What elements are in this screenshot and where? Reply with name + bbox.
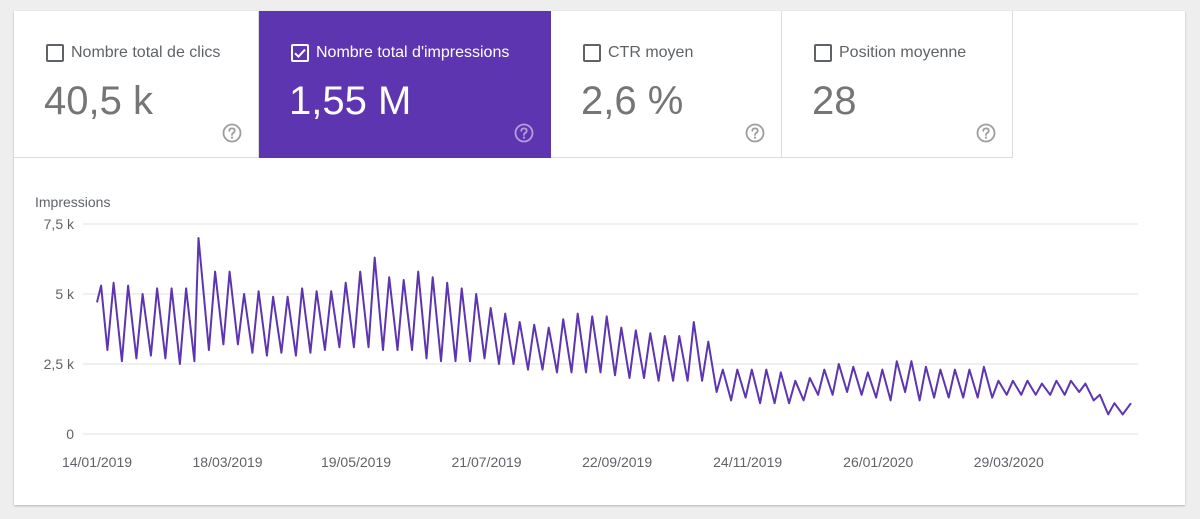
series-line-impressions	[96, 237, 1132, 416]
performance-card: Nombre total de clics 40,5 k Nombre tota…	[14, 11, 1185, 505]
y-tick-label: 2,5 k	[44, 356, 75, 372]
metric-label: Nombre total d'impressions	[316, 44, 510, 61]
metric-value: 1,55 M	[289, 79, 412, 123]
x-tick-label: 22/09/2019	[582, 454, 652, 470]
metric-card-position[interactable]: Position moyenne 28	[782, 11, 1013, 158]
help-circle-icon[interactable]	[222, 123, 242, 143]
metric-label: CTR moyen	[608, 44, 694, 61]
help-circle-icon[interactable]	[976, 123, 996, 143]
metric-cards: Nombre total de clics 40,5 k Nombre tota…	[14, 11, 1014, 159]
checkbox-icon[interactable]	[46, 44, 64, 62]
x-tick-label: 19/05/2019	[321, 454, 391, 470]
checkbox-icon[interactable]	[583, 44, 601, 62]
metric-value: 28	[812, 79, 857, 123]
chart-svg: 0 2,5 k 5 k 7,5 k 14/01/2019 18/03/2019 19/05/…	[44, 216, 1138, 470]
y-tick-label: 0	[66, 426, 74, 442]
x-tick-label: 18/03/2019	[193, 454, 263, 470]
metric-label: Nombre total de clics	[71, 44, 221, 61]
metric-label: Position moyenne	[839, 44, 967, 61]
help-circle-icon[interactable]	[745, 123, 765, 143]
checkbox-icon[interactable]	[814, 44, 832, 62]
x-tick-label: 26/01/2020	[843, 454, 913, 470]
y-tick-label: 5 k	[55, 286, 75, 302]
impressions-chart: Impressions 0 2,5 k5 k 7,5 k 14/01/2019 18/0…	[14, 159, 1185, 505]
x-tick-label: 24/11/2019	[713, 454, 782, 470]
metric-card-clicks[interactable]: Nombre total de clics 40,5 k	[14, 11, 259, 158]
metric-value: 40,5 k	[44, 79, 153, 123]
x-tick-label: 14/01/2019	[62, 454, 132, 470]
metric-value: 2,6 %	[581, 79, 684, 123]
x-tick-label: 21/07/2019	[452, 454, 522, 470]
help-circle-icon[interactable]	[514, 123, 534, 143]
y-tick-label: 7,5 k	[44, 216, 75, 232]
metric-card-ctr[interactable]: CTR moyen 2,6 %	[551, 11, 782, 158]
x-tick-label: 29/03/2020	[974, 454, 1044, 470]
metric-card-impressions[interactable]: Nombre total d'impressions 1,55 M	[259, 11, 551, 158]
checkbox-checked-icon[interactable]	[291, 44, 309, 62]
